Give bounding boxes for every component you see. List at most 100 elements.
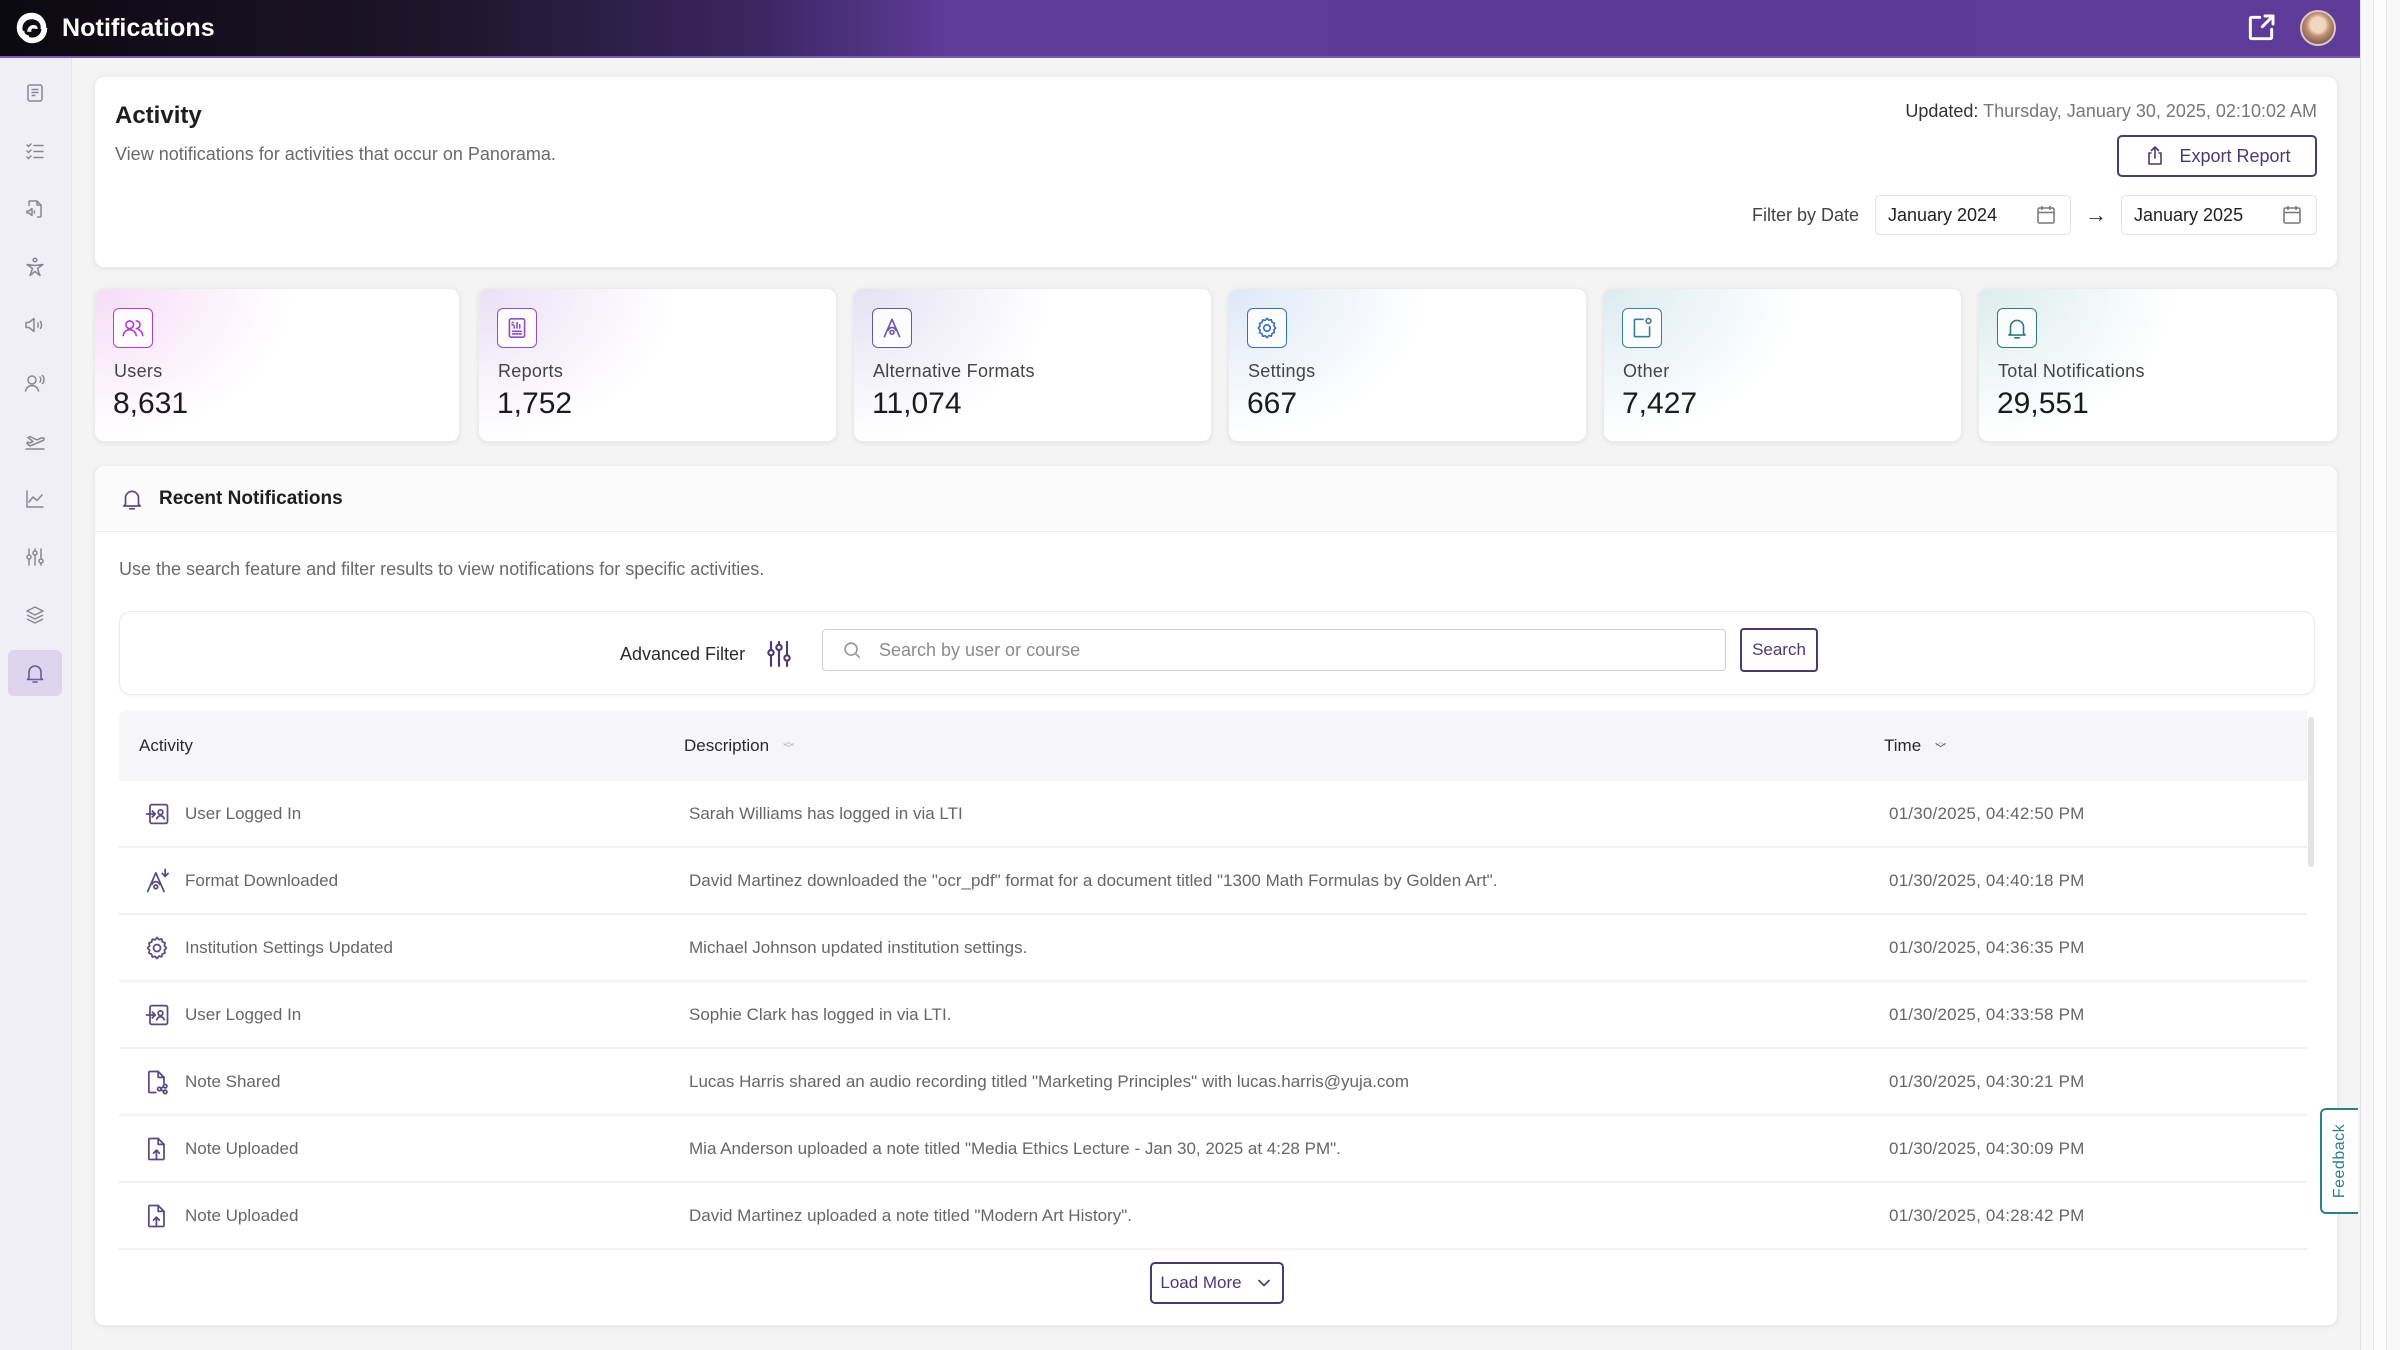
sort-icon[interactable]: ︿ ﹀ bbox=[783, 737, 794, 755]
stat-icon-box bbox=[872, 308, 912, 348]
cell-time: 01/30/2025, 04:40:18 PM bbox=[1889, 870, 2085, 890]
user-login-icon bbox=[145, 1004, 169, 1025]
cell-activity: Note Uploaded bbox=[143, 1135, 298, 1163]
brand-logo-icon[interactable] bbox=[12, 8, 52, 48]
column-activity-label: Activity bbox=[139, 736, 193, 755]
export-report-button[interactable]: Export Report bbox=[2117, 135, 2317, 177]
note-share-icon bbox=[147, 1070, 168, 1095]
sidebar-item-adjustments[interactable] bbox=[8, 534, 62, 580]
activity-label: User Logged In bbox=[185, 1004, 302, 1024]
table-header: Activity Description ︿ ﹀ Time ︿ ﹀ bbox=[119, 711, 2315, 781]
line-chart-icon bbox=[26, 490, 44, 508]
date-from-picker[interactable]: January 2024 bbox=[1875, 195, 2071, 235]
activity-label: Format Downloaded bbox=[185, 870, 339, 890]
format-download-icon bbox=[146, 867, 169, 892]
stat-icon-box bbox=[497, 308, 537, 348]
sidebar-item-checklist[interactable] bbox=[8, 128, 62, 174]
last-updated: Updated: Thursday, January 30, 2025, 02:… bbox=[1905, 101, 2317, 122]
activity-label: Institution Settings Updated bbox=[185, 937, 393, 957]
sidebar-item-analytics[interactable] bbox=[8, 476, 62, 522]
user-avatar[interactable] bbox=[2300, 10, 2336, 46]
column-header-time[interactable]: Time ︿ ﹀ bbox=[1884, 736, 1946, 756]
date-to-picker[interactable]: January 2025 bbox=[2121, 195, 2317, 235]
table-row[interactable]: Note Uploaded Mia Anderson uploaded a not… bbox=[119, 1116, 2315, 1183]
sidebar-item-document[interactable] bbox=[8, 70, 62, 116]
plane-takeoff-icon bbox=[25, 435, 45, 450]
notifications-table: Activity Description ︿ ﹀ Time ︿ ﹀ User Log… bbox=[119, 711, 2315, 1273]
search-button[interactable]: Search bbox=[1740, 628, 1818, 672]
layers-icon bbox=[26, 606, 44, 624]
sidebar-item-notifications[interactable] bbox=[8, 650, 62, 696]
table-row[interactable]: Format Downloaded David Martinez download… bbox=[119, 848, 2315, 915]
stat-label: Alternative Formats bbox=[873, 361, 1035, 381]
table-row[interactable]: User Logged In Sarah Williams has logged … bbox=[119, 781, 2315, 848]
cell-time: 01/30/2025, 04:30:09 PM bbox=[1889, 1138, 2085, 1158]
stat-value: 667 bbox=[1247, 387, 1298, 420]
external-link-icon[interactable] bbox=[2244, 11, 2278, 45]
cell-activity: User Logged In bbox=[143, 1001, 301, 1029]
bell-icon bbox=[26, 665, 44, 683]
activity-label: Note Uploaded bbox=[185, 1205, 299, 1225]
stat-value: 7,427 bbox=[1622, 387, 1698, 420]
table-scrollbar-thumb[interactable] bbox=[2308, 717, 2314, 867]
bell-icon bbox=[2008, 319, 2026, 339]
sidebar-item-voice-user[interactable] bbox=[8, 360, 62, 406]
table-scrollbar[interactable] bbox=[2307, 711, 2315, 1273]
stat-icon-box bbox=[1247, 308, 1287, 348]
cell-description: David Martinez downloaded the "ocr_pdf" … bbox=[689, 870, 1498, 890]
column-description-label: Description bbox=[684, 736, 770, 755]
sidebar-item-accessibility[interactable] bbox=[8, 244, 62, 290]
feedback-tab[interactable]: Feedback bbox=[2320, 1108, 2358, 1214]
search-input[interactable] bbox=[879, 639, 1719, 661]
stat-label: Other bbox=[1623, 361, 1670, 381]
sidebar-item-takeoff[interactable] bbox=[8, 418, 62, 464]
date-to-value: January 2025 bbox=[2134, 204, 2244, 225]
arrow-right-icon: → bbox=[2085, 202, 2107, 227]
sort-desc-icon[interactable]: ︿ ﹀ bbox=[1935, 737, 1946, 755]
column-header-description[interactable]: Description ︿ ﹀ bbox=[684, 736, 794, 756]
cell-time: 01/30/2025, 04:33:58 PM bbox=[1889, 1004, 2085, 1024]
cell-description: Mia Anderson uploaded a note titled "Med… bbox=[689, 1138, 1341, 1158]
table-row[interactable]: Institution Settings Updated Michael John… bbox=[119, 915, 2315, 982]
sidebar-item-layers[interactable] bbox=[8, 592, 62, 638]
sidebar-item-audio-file[interactable] bbox=[8, 186, 62, 232]
sliders-icon bbox=[767, 640, 791, 668]
stat-card-reports[interactable]: Reports 1,752 bbox=[478, 288, 837, 442]
accessibility-icon bbox=[26, 257, 44, 277]
feedback-label: Feedback bbox=[2331, 1123, 2349, 1199]
stat-card-users[interactable]: Users 8,631 bbox=[94, 288, 460, 442]
report-icon bbox=[508, 317, 526, 339]
stat-label: Settings bbox=[1248, 361, 1316, 381]
stat-label: Reports bbox=[498, 361, 564, 381]
stat-card-other[interactable]: Other 7,427 bbox=[1603, 288, 1962, 442]
cell-time: 01/30/2025, 04:42:50 PM bbox=[1889, 803, 2085, 823]
cell-description: Sarah Williams has logged in via LTI bbox=[689, 803, 963, 823]
cell-description: Sophie Clark has logged in via LTI. bbox=[689, 1004, 952, 1024]
search-filter-bar: Advanced Filter Search bbox=[119, 611, 2315, 695]
calendar-icon bbox=[2283, 206, 2301, 224]
export-report-label: Export Report bbox=[2179, 145, 2291, 166]
stat-card-total-notifications[interactable]: Total Notifications 29,551 bbox=[1978, 288, 2338, 442]
table-row[interactable]: User Logged In Sophie Clark has logged in… bbox=[119, 982, 2315, 1049]
stat-card-settings[interactable]: Settings 667 bbox=[1228, 288, 1587, 442]
note-upload-icon bbox=[147, 1204, 165, 1227]
table-row[interactable]: Note Uploaded David Martinez uploaded a n… bbox=[119, 1183, 2315, 1250]
stat-card-alternative-formats[interactable]: Alternative Formats 11,074 bbox=[853, 288, 1212, 442]
stat-value: 8,631 bbox=[113, 387, 189, 420]
cell-description: David Martinez uploaded a note titled "M… bbox=[689, 1205, 1132, 1225]
activity-label: Note Uploaded bbox=[185, 1138, 299, 1158]
cell-time: 01/30/2025, 04:28:42 PM bbox=[1889, 1205, 2085, 1225]
page-scrollbar-thumb[interactable] bbox=[2373, 0, 2387, 1350]
sidebar-item-speaker[interactable] bbox=[8, 302, 62, 348]
cell-activity: Institution Settings Updated bbox=[143, 934, 393, 962]
load-more-button[interactable]: Load More bbox=[1150, 1262, 1284, 1304]
table-row[interactable]: Note Shared Lucas Harris shared an audio … bbox=[119, 1049, 2315, 1116]
stat-icon-box bbox=[113, 308, 153, 348]
cell-time: 01/30/2025, 04:36:35 PM bbox=[1889, 937, 2085, 957]
bell-icon bbox=[123, 490, 141, 510]
page-scrollbar[interactable] bbox=[2360, 0, 2400, 1350]
search-field[interactable] bbox=[822, 629, 1726, 671]
cell-description: Lucas Harris shared an audio recording t… bbox=[689, 1071, 1410, 1091]
advanced-filter-button[interactable]: Advanced Filter bbox=[620, 638, 795, 670]
stat-label: Total Notifications bbox=[1998, 361, 2145, 381]
